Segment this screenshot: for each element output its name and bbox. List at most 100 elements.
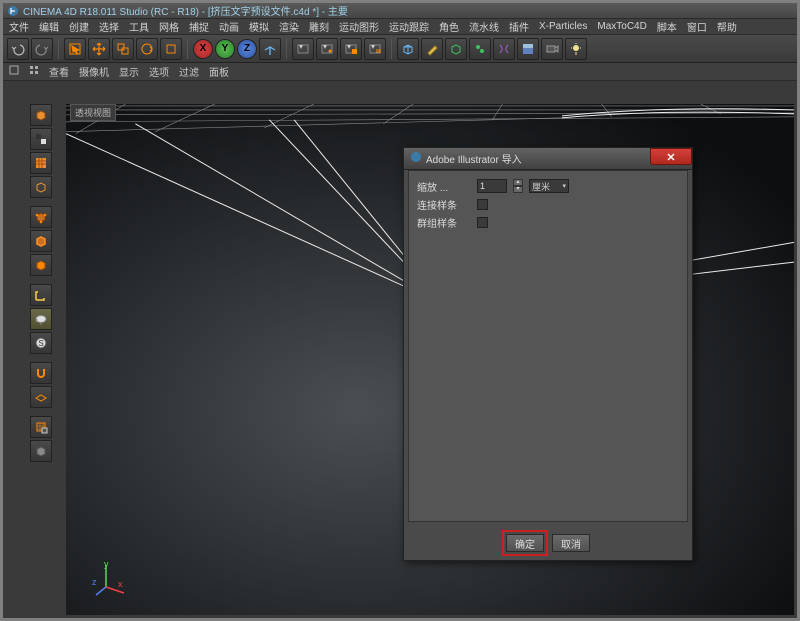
- connect-checkbox[interactable]: [477, 199, 488, 210]
- sub-view[interactable]: 查看: [49, 64, 69, 79]
- camera-button[interactable]: [541, 38, 563, 60]
- viewport-label: 透视视图: [70, 104, 116, 121]
- scale-button[interactable]: [112, 38, 134, 60]
- render-pict-button[interactable]: [316, 38, 338, 60]
- viewport-menubar: 查看 摄像机 显示 选项 过滤 面板: [3, 63, 797, 81]
- menu-mograph[interactable]: 运动图形: [339, 19, 379, 34]
- scale-input[interactable]: [477, 179, 507, 193]
- menu-mesh[interactable]: 网格: [159, 19, 179, 34]
- menu-char[interactable]: 角色: [439, 19, 459, 34]
- group-label: 群组样条: [417, 215, 471, 230]
- undo-button[interactable]: [7, 38, 29, 60]
- magnet-button[interactable]: [30, 362, 52, 384]
- close-button[interactable]: [650, 148, 692, 165]
- menu-render[interactable]: 渲染: [279, 19, 299, 34]
- sub-camera[interactable]: 摄像机: [79, 64, 109, 79]
- coord-system-button[interactable]: [259, 38, 281, 60]
- menu-file[interactable]: 文件: [9, 19, 29, 34]
- render-settings-button[interactable]: [340, 38, 362, 60]
- render-queue-button[interactable]: [364, 38, 386, 60]
- ai-import-dialog: Adobe Illustrator 导入 缩放 ... ▴ ▾ 厘米 连接样条: [403, 147, 693, 561]
- live-select-button[interactable]: [64, 38, 86, 60]
- cancel-button[interactable]: 取消: [552, 534, 590, 552]
- axis-y-label: y: [104, 559, 109, 569]
- menu-pipeline[interactable]: 流水线: [469, 19, 499, 34]
- pen-tool-button[interactable]: [421, 38, 443, 60]
- group-row: 群组样条: [417, 213, 679, 231]
- sub-filter[interactable]: 过滤: [179, 64, 199, 79]
- connect-label: 连接样条: [417, 197, 471, 212]
- spinner-down-icon[interactable]: ▾: [513, 186, 523, 193]
- menu-window[interactable]: 窗口: [687, 19, 707, 34]
- rotate-button[interactable]: [136, 38, 158, 60]
- svg-text:S: S: [38, 339, 43, 348]
- dialog-body: 缩放 ... ▴ ▾ 厘米 连接样条 群组样条: [408, 170, 688, 522]
- edge-mode-button[interactable]: [30, 230, 52, 252]
- sub-options[interactable]: 选项: [149, 64, 169, 79]
- menu-edit[interactable]: 编辑: [39, 19, 59, 34]
- dialog-title: Adobe Illustrator 导入: [426, 151, 522, 166]
- sub-panel-icon[interactable]: [29, 65, 39, 78]
- ok-button[interactable]: 确定: [506, 534, 544, 552]
- menu-anim[interactable]: 动画: [219, 19, 239, 34]
- tweak-mode-button[interactable]: [30, 308, 52, 330]
- app-window: CINEMA 4D R18.011 Studio (RC - R18) - [挤…: [0, 0, 800, 621]
- point-mode-button[interactable]: [30, 206, 52, 228]
- recent-tool-button[interactable]: [160, 38, 182, 60]
- axis-mode-button[interactable]: [30, 284, 52, 306]
- group-checkbox[interactable]: [477, 217, 488, 228]
- scale-spinner[interactable]: ▴ ▾: [513, 179, 523, 193]
- deformer-button[interactable]: [493, 38, 515, 60]
- menu-sculpt[interactable]: 雕刻: [309, 19, 329, 34]
- nurbs-button[interactable]: [445, 38, 467, 60]
- spinner-up-icon[interactable]: ▴: [513, 179, 523, 186]
- dialog-titlebar[interactable]: Adobe Illustrator 导入: [404, 148, 692, 170]
- polygon-mode-button[interactable]: [30, 254, 52, 276]
- menu-track[interactable]: 运动跟踪: [389, 19, 429, 34]
- viewport-solo-button[interactable]: [30, 440, 52, 462]
- menu-help[interactable]: 帮助: [717, 19, 737, 34]
- menubar: 文件 编辑 创建 选择 工具 网格 捕捉 动画 模拟 渲染 雕刻 运动图形 运动…: [3, 19, 797, 35]
- menu-sim[interactable]: 模拟: [249, 19, 269, 34]
- texture-mode-button[interactable]: [30, 152, 52, 174]
- menu-snap[interactable]: 捕捉: [189, 19, 209, 34]
- sub-display[interactable]: 显示: [119, 64, 139, 79]
- workplane-button[interactable]: [30, 176, 52, 198]
- axis-y-toggle[interactable]: Y: [215, 39, 235, 59]
- light-button[interactable]: [565, 38, 587, 60]
- dialog-icon: [410, 151, 422, 166]
- axis-x-toggle[interactable]: X: [193, 39, 213, 59]
- move-button[interactable]: [88, 38, 110, 60]
- sub-panels[interactable]: 面板: [209, 64, 229, 79]
- axis-z-toggle[interactable]: Z: [237, 39, 257, 59]
- scale-row: 缩放 ... ▴ ▾ 厘米: [417, 177, 679, 195]
- app-title: CINEMA 4D R18.011 Studio (RC - R18) - [挤…: [23, 3, 348, 18]
- axis-z-label: z: [92, 577, 97, 587]
- connect-row: 连接样条: [417, 195, 679, 213]
- menu-select[interactable]: 选择: [99, 19, 119, 34]
- redo-button[interactable]: [31, 38, 53, 60]
- workplane-snap-button[interactable]: [30, 386, 52, 408]
- menu-plugins[interactable]: 插件: [509, 19, 529, 34]
- dialog-footer: 确定 取消: [404, 526, 692, 560]
- add-cube-button[interactable]: [397, 38, 419, 60]
- lock-button[interactable]: [30, 416, 52, 438]
- axis-x-label: x: [118, 579, 123, 589]
- snap-mode-button[interactable]: S: [30, 332, 52, 354]
- unit-select[interactable]: 厘米: [529, 179, 569, 193]
- generator-button[interactable]: [469, 38, 491, 60]
- sub-view-icon[interactable]: [9, 65, 19, 78]
- environment-button[interactable]: [517, 38, 539, 60]
- menu-script[interactable]: 脚本: [657, 19, 677, 34]
- menu-tools[interactable]: 工具: [129, 19, 149, 34]
- axis-gizmo: y x z: [94, 561, 130, 597]
- render-view-button[interactable]: [292, 38, 314, 60]
- make-editable-button[interactable]: [30, 104, 52, 126]
- close-icon: [666, 152, 676, 162]
- titlebar: CINEMA 4D R18.011 Studio (RC - R18) - [挤…: [3, 3, 797, 19]
- menu-create[interactable]: 创建: [69, 19, 89, 34]
- menu-maxtoc4d[interactable]: MaxToC4D: [597, 21, 646, 32]
- menu-xparticles[interactable]: X-Particles: [539, 21, 587, 32]
- side-toolbar: S: [30, 104, 54, 462]
- model-mode-button[interactable]: [30, 128, 52, 150]
